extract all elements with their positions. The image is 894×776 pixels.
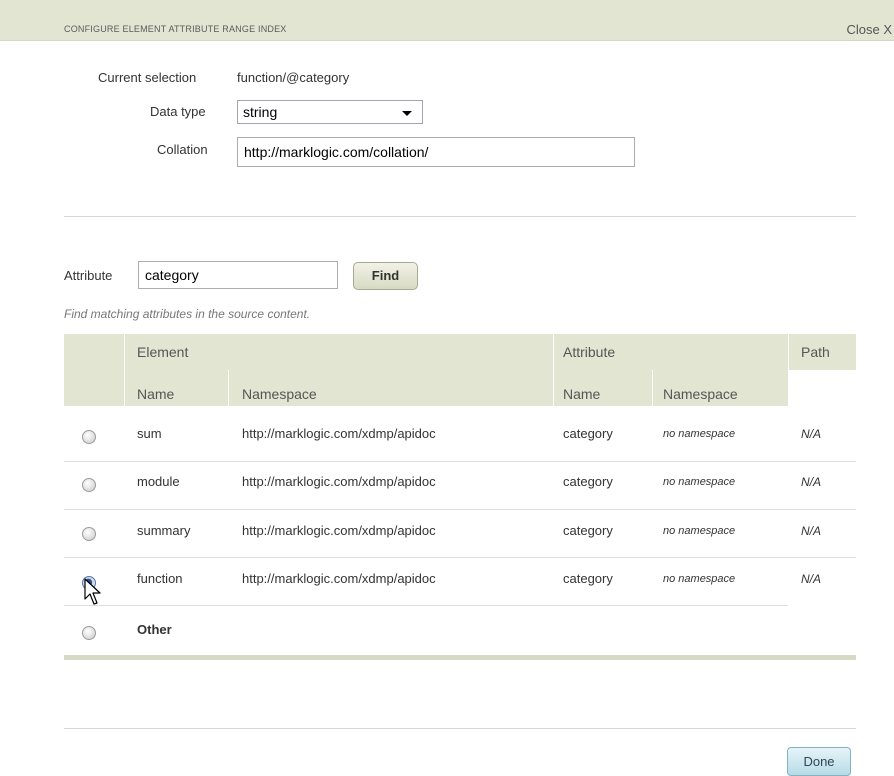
attribute-namespace-cell: no namespace: [663, 428, 736, 440]
attribute-namespace-cell: no namespace: [663, 525, 736, 537]
collation-label: Collation: [157, 142, 208, 157]
row-radio-module[interactable]: [82, 478, 96, 492]
element-namespace-cell: http://marklogic.com/xdmp/apidoc: [242, 523, 436, 538]
attribute-search-input[interactable]: [138, 261, 338, 289]
attribute-label: Attribute: [64, 268, 113, 283]
current-selection-value: function/@category: [237, 70, 350, 85]
section-divider: [64, 216, 856, 217]
path-cell: N/A: [801, 427, 822, 441]
header-element-namespace: Namespace: [242, 386, 317, 402]
header-attribute: Attribute: [563, 344, 616, 360]
collation-input[interactable]: [237, 137, 635, 167]
data-type-value: string: [243, 104, 278, 120]
mouse-pointer-icon: [84, 578, 101, 605]
footer-divider: [64, 728, 856, 729]
dialog-title: CONFIGURE ELEMENT ATTRIBUTE RANGE INDEX: [64, 24, 287, 34]
header-attribute-namespace: Namespace: [663, 386, 738, 402]
current-selection-label: Current selection: [98, 70, 197, 85]
data-type-label: Data type: [150, 104, 206, 119]
attribute-name-cell: category: [563, 523, 613, 538]
find-button[interactable]: Find: [353, 262, 418, 290]
attribute-name-cell: category: [563, 426, 613, 441]
attribute-name-cell: category: [563, 474, 613, 489]
element-namespace-cell: http://marklogic.com/xdmp/apidoc: [242, 474, 436, 489]
row-radio-sum[interactable]: [82, 430, 96, 444]
element-name-cell: module: [137, 474, 180, 489]
header-element-name: Name: [137, 386, 175, 402]
table-bottom-bar: [64, 655, 856, 660]
element-name-cell: summary: [137, 523, 191, 538]
element-name-cell: function: [137, 571, 183, 586]
done-button[interactable]: Done: [787, 747, 851, 776]
element-name-cell: sum: [137, 426, 162, 441]
header-attribute-name: Name: [563, 386, 601, 402]
other-label: Other: [137, 622, 172, 637]
path-cell: N/A: [801, 572, 822, 586]
dialog-titlebar: CONFIGURE ELEMENT ATTRIBUTE RANGE INDEX …: [0, 0, 894, 41]
attribute-namespace-cell: no namespace: [663, 476, 736, 488]
attribute-namespace-cell: no namespace: [663, 573, 736, 585]
header-element: Element: [137, 344, 189, 360]
header-path: Path: [801, 344, 830, 360]
attribute-name-cell: category: [563, 571, 613, 586]
data-type-select[interactable]: string: [237, 100, 423, 124]
path-cell: N/A: [801, 475, 822, 489]
search-hint: Find matching attributes in the source c…: [64, 307, 311, 321]
close-button[interactable]: Close X: [846, 22, 892, 37]
row-radio-summary[interactable]: [82, 527, 96, 541]
path-cell: N/A: [801, 524, 822, 538]
element-namespace-cell: http://marklogic.com/xdmp/apidoc: [242, 571, 436, 586]
chevron-down-icon: [402, 111, 412, 116]
row-radio-other[interactable]: [82, 626, 96, 640]
element-namespace-cell: http://marklogic.com/xdmp/apidoc: [242, 426, 436, 441]
